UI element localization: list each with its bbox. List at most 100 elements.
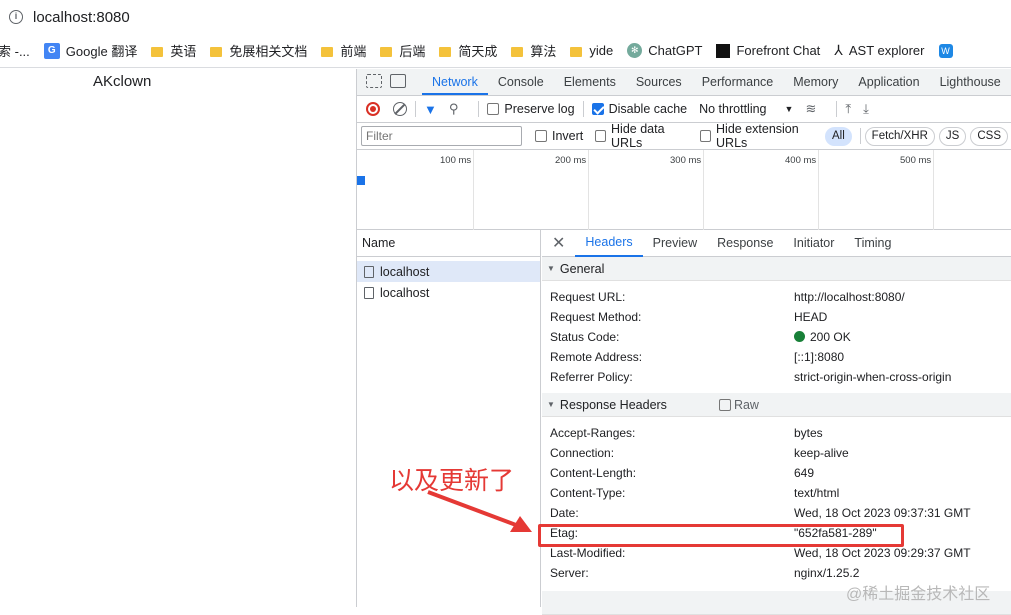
download-icon[interactable]: ⤓ [863, 101, 869, 117]
header-row: Date: Wed, 18 Oct 2023 09:37:31 GMT [550, 506, 971, 520]
google-translate-icon: G [43, 42, 60, 59]
network-toolbar: ▼ ⚲ Preserve log Disable cache No thrott… [357, 96, 1011, 123]
tab-memory[interactable]: Memory [783, 75, 848, 95]
bookmark-folder-algo[interactable]: 算法 [511, 41, 556, 60]
general-section-header[interactable]: ▼ General [542, 257, 1011, 281]
details-tabs: ✕ Headers Preview Response Initiator Tim… [542, 230, 1011, 257]
clear-icon[interactable] [393, 102, 407, 116]
watermark: @稀土掘金技术社区 [846, 586, 991, 603]
timeline-gridline [473, 150, 474, 230]
raw-checkbox[interactable]: Raw [718, 398, 759, 412]
arrow-shaft [427, 490, 525, 530]
folder-icon [210, 46, 223, 57]
hide-data-urls-checkbox[interactable]: Hide data URLs [595, 122, 688, 150]
tab-initiator[interactable]: Initiator [783, 231, 844, 256]
chatgpt-icon: ✻ [627, 43, 643, 58]
filter-type-js[interactable]: JS [938, 126, 967, 146]
address-bar[interactable]: i localhost:8080 [0, 0, 1011, 34]
bookmark-chatgpt[interactable]: ✻ ChatGPT [627, 43, 702, 58]
divider [859, 128, 861, 144]
tab-application[interactable]: Application [848, 75, 929, 95]
forefront-icon [716, 43, 731, 58]
request-row[interactable]: localhost [357, 282, 540, 303]
close-icon[interactable]: ✕ [552, 233, 565, 253]
timeline-label: 200 ms [555, 155, 587, 166]
request-row[interactable]: localhost [357, 261, 540, 282]
tab-console[interactable]: Console [488, 75, 554, 95]
bookmark-folder-docs[interactable]: 免展相关文档 [210, 41, 307, 60]
tab-response[interactable]: Response [707, 231, 783, 256]
page-content-text: AKclown [93, 73, 152, 90]
timeline-label: 400 ms [785, 155, 817, 166]
network-conditions-icon[interactable]: ≋ [805, 101, 816, 117]
folder-icon [151, 46, 164, 57]
filter-type-fetch-xhr[interactable]: Fetch/XHR [864, 126, 935, 146]
header-row: Remote Address: [::1]:8080 [550, 350, 845, 364]
tab-sources[interactable]: Sources [626, 75, 692, 95]
divider [415, 101, 416, 117]
tab-elements[interactable]: Elements [554, 75, 626, 95]
invert-checkbox[interactable]: Invert [535, 129, 583, 143]
throttling-select[interactable]: No throttling ▼ [699, 102, 793, 116]
preserve-log-checkbox[interactable]: Preserve log [487, 102, 575, 116]
annotation-arrow [427, 490, 532, 532]
search-icon[interactable]: ⚲ [449, 101, 459, 117]
header-row: Request Method: HEAD [550, 310, 828, 324]
network-timeline[interactable]: 100 ms 200 ms 300 ms 400 ms 500 ms [357, 150, 1011, 230]
general-section: Request URL: http://localhost:8080/ Reque… [542, 281, 1011, 387]
folder-icon [511, 46, 524, 57]
document-icon [364, 265, 374, 278]
devtools-tabs: Network Console Elements Sources Perform… [357, 69, 1011, 96]
timeline-label: 500 ms [900, 155, 932, 166]
filter-type-all[interactable]: All [825, 126, 852, 146]
filter-type-css[interactable]: CSS [970, 126, 1008, 146]
disable-cache-checkbox[interactable]: Disable cache [591, 102, 687, 116]
chevron-down-icon: ▼ [784, 104, 794, 114]
timeline-request-bar [357, 176, 365, 185]
record-icon[interactable] [366, 102, 380, 116]
inspect-element-icon[interactable] [366, 74, 382, 88]
header-row: Accept-Ranges: bytes [550, 426, 823, 440]
bookmark-google-translate[interactable]: G Google 翻译 [43, 41, 137, 60]
site-info-icon[interactable]: i [9, 10, 23, 24]
device-toolbar-icon[interactable] [390, 74, 406, 88]
ast-icon: ⅄ [834, 42, 843, 58]
upload-icon[interactable]: ⤒ [845, 101, 851, 117]
divider [582, 101, 584, 117]
filter-bar: Invert Hide data URLs Hide extension URL… [357, 122, 1011, 150]
folder-icon [380, 46, 393, 57]
hide-extension-urls-checkbox[interactable]: Hide extension URLs [700, 122, 819, 150]
tab-lighthouse[interactable]: Lighthouse [930, 75, 1011, 95]
tab-preview[interactable]: Preview [643, 231, 707, 256]
request-details: ✕ Headers Preview Response Initiator Tim… [542, 230, 1011, 615]
timeline-gridline [933, 150, 934, 230]
header-row: Connection: keep-alive [550, 446, 849, 460]
response-headers-section-header[interactable]: ▼ Response Headers Raw [542, 393, 1011, 417]
bookmark-folder-frontend[interactable]: 前端 [321, 41, 366, 60]
folder-icon [570, 46, 583, 57]
divider [836, 101, 838, 117]
bookmark-folder-backend[interactable]: 后端 [380, 41, 425, 60]
filter-icon[interactable]: ▼ [424, 102, 437, 117]
bookmark-folder-jian[interactable]: 简天成 [439, 41, 497, 60]
filter-input[interactable] [361, 126, 522, 146]
bookmark-forefront[interactable]: Forefront Chat [716, 43, 820, 58]
document-icon [364, 286, 374, 299]
response-headers-section: Accept-Ranges: bytes Connection: keep-aliv… [542, 417, 1011, 583]
tab-performance[interactable]: Performance [692, 75, 784, 95]
tab-network[interactable]: Network [422, 75, 488, 95]
folder-icon [321, 46, 334, 57]
name-column-header[interactable]: Name [357, 230, 540, 257]
bookmark-folder-yide[interactable]: yide [570, 43, 613, 58]
bookmark-0[interactable]: 索 -... [0, 41, 30, 60]
header-row: Request URL: http://localhost:8080/ [550, 290, 905, 304]
bookmark-folder-english[interactable]: 英语 [151, 41, 196, 60]
w-icon[interactable]: W [938, 43, 953, 58]
bookmark-ast[interactable]: ⅄ AST explorer [834, 42, 924, 59]
timeline-label: 100 ms [440, 155, 472, 166]
tab-headers[interactable]: Headers [575, 230, 643, 257]
tab-timing[interactable]: Timing [844, 231, 901, 256]
url-text[interactable]: localhost:8080 [33, 9, 130, 26]
header-row: Status Code: 200 OK [550, 330, 851, 344]
header-row: Content-Length: 649 [550, 466, 815, 480]
